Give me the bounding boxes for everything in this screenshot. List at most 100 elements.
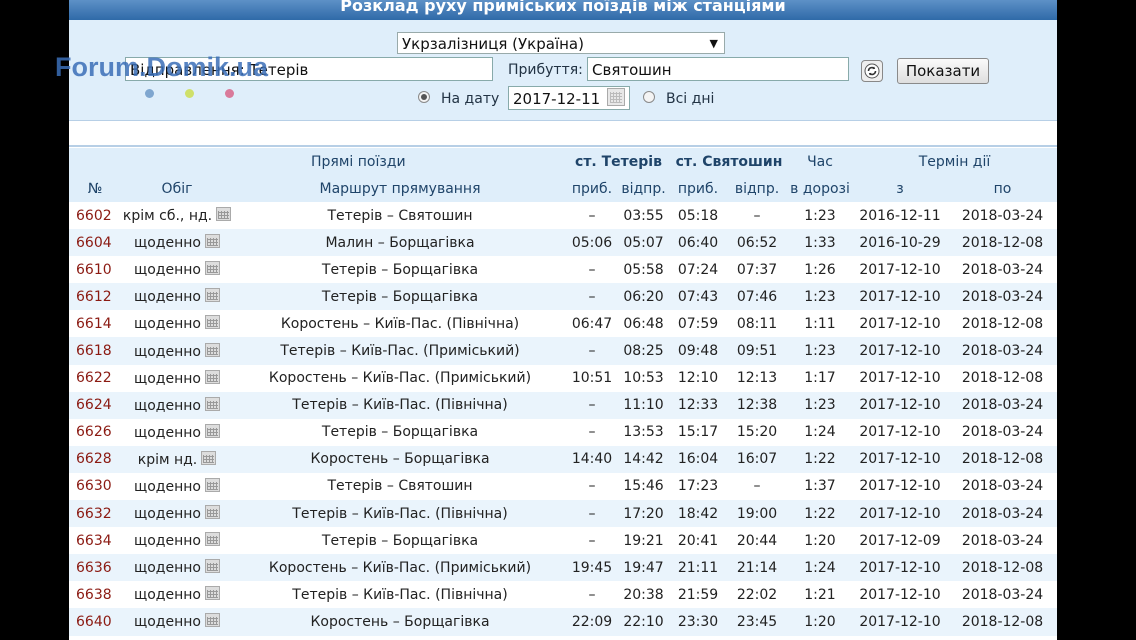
cell-travel-time: 1:24 — [788, 554, 852, 581]
valid-to-text: 2018-03-24 — [961, 343, 1044, 360]
cell-valid-to: 2018-03-24 — [948, 500, 1057, 527]
circulation-text: щоденно — [134, 614, 201, 631]
cell-train-number[interactable]: 6612 — [69, 283, 121, 310]
cell-train-number[interactable]: 6618 — [69, 337, 121, 364]
valid-from-text: 2017-12-10 — [859, 478, 941, 495]
show-button[interactable]: Показати — [897, 58, 989, 84]
cell-route: Тетерів – Святошин — [233, 473, 567, 500]
from-departure-text: 15:46 — [623, 478, 664, 495]
cell-from-departure: 17:20 — [617, 500, 670, 527]
cell-valid-to: 2018-03-24 — [948, 581, 1057, 608]
calendar-icon[interactable] — [204, 505, 220, 520]
route-text: Тетерів – Київ-Пас. (Північна) — [292, 505, 508, 522]
table-header-st-from: ст. Тетерів — [575, 153, 662, 170]
cell-route: Тетерів – Борщагівка — [233, 256, 567, 283]
route-text: Малин – Борщагівка — [325, 234, 475, 251]
railway-select[interactable]: Укрзалізниця (Україна) ▼ — [397, 32, 725, 54]
cell-train-number[interactable]: 6630 — [69, 473, 121, 500]
from-arrival-text: 10:51 — [571, 370, 613, 387]
train-number-text: 6604 — [76, 234, 112, 251]
cell-train-number[interactable]: 6626 — [69, 419, 121, 446]
table-header-validity: Термін дії — [918, 153, 991, 170]
train-number-text: 6626 — [76, 424, 112, 441]
col-valid-from: з — [896, 180, 904, 197]
arrival-field[interactable]: Святошин — [587, 57, 849, 81]
calendar-icon[interactable] — [204, 369, 220, 384]
valid-from-text: 2017-12-10 — [859, 370, 941, 387]
calendar-icon[interactable] — [201, 450, 217, 465]
cell-route: Тетерів – Київ-Пас. (Північна) — [233, 581, 567, 608]
cell-travel-time: 1:22 — [788, 500, 852, 527]
valid-to-text: 2018-12-08 — [961, 315, 1044, 332]
to-arrival-text: 07:59 — [677, 315, 719, 332]
cell-train-number[interactable]: 6610 — [69, 256, 121, 283]
calendar-icon[interactable] — [204, 234, 220, 249]
col-from-dep: відпр. — [621, 180, 666, 197]
calendar-icon[interactable] — [204, 315, 220, 330]
cell-train-number[interactable]: 6614 — [69, 310, 121, 337]
cell-train-number[interactable]: 6636 — [69, 554, 121, 581]
calendar-icon[interactable] — [204, 288, 220, 303]
cell-train-number[interactable]: 6638 — [69, 581, 121, 608]
cell-valid-from: 2017-12-10 — [852, 554, 948, 581]
calendar-icon[interactable] — [204, 423, 220, 438]
calendar-icon[interactable] — [216, 207, 232, 222]
cell-train-number[interactable]: 6624 — [69, 392, 121, 419]
calendar-icon[interactable] — [204, 396, 220, 411]
cell-to-departure: 15:20 — [726, 419, 788, 446]
cell-route: Тетерів – Борщагівка — [233, 283, 567, 310]
calendar-icon[interactable] — [204, 261, 220, 276]
cell-train-number[interactable]: 6628 — [69, 446, 121, 473]
route-text: Коростень – Київ-Пас. (Приміський) — [268, 559, 532, 576]
table-row: 6626 щоденно Тетерів – Борщагівка – 13:53 15:… — [69, 418, 1057, 446]
calendar-icon[interactable] — [204, 586, 220, 601]
calendar-icon[interactable] — [204, 342, 220, 357]
circulation-text: щоденно — [134, 289, 201, 306]
route-text: Тетерів – Борщагівка — [321, 424, 479, 441]
cell-train-number[interactable]: 6634 — [69, 527, 121, 554]
table-row: 6636 щоденно Коростень – Київ-Пас. (Приміс… — [69, 554, 1057, 582]
travel-time-text: 1:21 — [804, 586, 836, 603]
cell-travel-time: 1:23 — [788, 337, 852, 364]
from-arrival-text: – — [588, 478, 596, 495]
cell-valid-from: 2017-12-10 — [852, 446, 948, 473]
route-text: Тетерів – Київ-Пас. (Північна) — [292, 586, 508, 603]
cell-to-arrival: 12:33 — [670, 392, 726, 419]
cell-from-departure: 10:53 — [617, 365, 670, 392]
from-departure-text: 11:10 — [623, 397, 664, 414]
col-number: № — [87, 180, 103, 197]
to-arrival-text: 15:17 — [677, 424, 719, 441]
cell-circulation: щоденно — [121, 500, 233, 527]
table-row: 6618 щоденно Тетерів – Київ-Пас. (Приміськ… — [69, 337, 1057, 365]
from-arrival-text: – — [588, 424, 596, 441]
table-row: 6610 щоденно Тетерів – Борщагівка – 05:58 07:… — [69, 256, 1057, 284]
circulation-text: крім нд. — [137, 451, 198, 468]
cell-travel-time: 1:23 — [788, 202, 852, 229]
to-departure-text: 19:00 — [736, 505, 778, 522]
cell-train-number[interactable]: 6632 — [69, 500, 121, 527]
cell-train-number[interactable]: 6604 — [69, 229, 121, 256]
to-departure-text: 16:07 — [736, 451, 778, 468]
calendar-icon[interactable] — [204, 613, 220, 628]
all-days-radio[interactable] — [643, 91, 655, 103]
cell-circulation: щоденно — [121, 419, 233, 446]
cell-train-number[interactable]: 6602 — [69, 202, 121, 229]
calendar-icon[interactable] — [204, 477, 220, 492]
calendar-icon[interactable] — [204, 532, 220, 547]
cell-train-number[interactable]: 6640 — [69, 608, 121, 635]
calendar-icon[interactable] — [607, 88, 625, 106]
cell-from-departure: 14:42 — [617, 446, 670, 473]
circulation-text: щоденно — [134, 370, 201, 387]
cell-valid-to: 2018-12-08 — [948, 608, 1057, 635]
travel-time-text: 1:22 — [804, 451, 836, 468]
table-row: 6624 щоденно Тетерів – Київ-Пас. (Північна… — [69, 391, 1057, 419]
cell-to-arrival: 17:23 — [670, 473, 726, 500]
to-arrival-text: 21:11 — [677, 559, 719, 576]
cell-train-number[interactable]: 6622 — [69, 365, 121, 392]
date-radio[interactable] — [418, 91, 430, 103]
cell-valid-to: 2018-12-08 — [948, 229, 1057, 256]
to-arrival-text: 12:10 — [677, 370, 719, 387]
train-number-text: 6628 — [76, 451, 112, 468]
calendar-icon[interactable] — [204, 559, 220, 574]
refresh-button[interactable] — [861, 60, 883, 82]
